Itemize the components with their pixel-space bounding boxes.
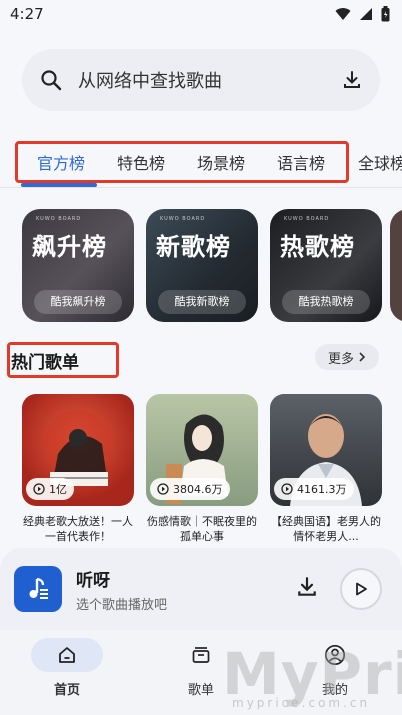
play-count-value: 1亿: [49, 483, 67, 496]
chart-category-tabs: 官方榜 特色榜 场景榜 语言榜 全球榜: [0, 138, 402, 188]
play-circle-icon: [281, 483, 293, 495]
playlist-card[interactable]: 4161.3万 【经典国语】老男人的情怀老男人...: [270, 394, 382, 544]
playlist-cover: 4161.3万: [270, 394, 382, 506]
play-circle-icon: [157, 483, 169, 495]
board-title: 热歌榜: [280, 233, 355, 261]
home-icon: [59, 647, 75, 663]
play-count-value: 4161.3万: [297, 483, 347, 496]
app-logo: [14, 566, 62, 612]
mini-player[interactable]: 听呀 选个歌曲播放吧: [0, 548, 402, 630]
tab-scene[interactable]: 场景榜: [197, 150, 245, 174]
more-button[interactable]: 更多: [315, 344, 379, 370]
playlist-name: 伤感情歌｜不眠夜里的孤单心事: [147, 515, 257, 543]
tab-language[interactable]: 语言榜: [277, 150, 325, 174]
play-count-value: 3804.6万: [173, 483, 223, 496]
tab-featured[interactable]: 特色榜: [117, 150, 165, 174]
search-icon: [41, 70, 62, 91]
play-icon: [356, 582, 367, 596]
play-count: 3804.6万: [150, 478, 230, 500]
playlist-name: 经典老歌大放送！一人一首代表作！: [23, 515, 133, 543]
ranking-boards: KUWO BOARD 飙升榜 酷我飙升榜 KUWO BOARD 新歌榜 酷我新歌…: [22, 209, 382, 322]
board-title: 飙升榜: [32, 233, 107, 261]
status-icons: [335, 6, 390, 22]
play-button[interactable]: [340, 568, 382, 610]
play-count: 4161.3万: [274, 478, 354, 500]
tab-active-indicator: [21, 183, 97, 187]
wifi-icon: [335, 8, 351, 20]
play-circle-icon: [33, 483, 45, 495]
player-subtitle: 选个歌曲播放吧: [76, 598, 168, 613]
board-soaring[interactable]: KUWO BOARD 飙升榜 酷我飙升榜: [22, 209, 134, 322]
download-icon[interactable]: [296, 576, 318, 598]
playlist-row: 1亿 经典老歌大放送！一人一首代表作！ 3804.6万 伤感情歌｜不眠夜里的孤单…: [22, 394, 382, 544]
tab-global[interactable]: 全球榜: [358, 150, 402, 174]
chevron-right-icon: [359, 352, 366, 362]
board-subtitle: 酷我热歌榜: [282, 290, 370, 314]
playlist-card[interactable]: 3804.6万 伤感情歌｜不眠夜里的孤单心事: [146, 394, 258, 544]
playlist-card[interactable]: 1亿 经典老歌大放送！一人一首代表作！: [22, 394, 134, 544]
playlist-name: 【经典国语】老男人的情怀老男人...: [271, 515, 381, 543]
board-new-songs[interactable]: KUWO BOARD 新歌榜 酷我新歌榜: [146, 209, 258, 322]
playlist-box-icon: [192, 647, 210, 663]
board-subtitle: 酷我飙升榜: [34, 290, 122, 314]
more-label: 更多: [327, 351, 354, 367]
board-brand: KUWO BOARD: [160, 216, 206, 222]
board-hot-songs[interactable]: KUWO BOARD 热歌榜 酷我热歌榜: [270, 209, 382, 322]
tab-official[interactable]: 官方榜: [37, 150, 85, 174]
search-input[interactable]: 从网络中查找歌曲: [78, 67, 342, 93]
play-count: 1亿: [26, 478, 74, 500]
board-subtitle: 酷我新歌榜: [158, 290, 246, 314]
signal-icon: [360, 8, 372, 20]
board-brand: KUWO BOARD: [284, 216, 330, 222]
status-time: 4:27: [10, 5, 44, 23]
board-title: 新歌榜: [156, 233, 231, 261]
playlist-cover: 1亿: [22, 394, 134, 506]
watermark-sub: myprice.com.cn: [232, 696, 371, 710]
download-icon[interactable]: [342, 70, 362, 90]
section-title: 热门歌单: [11, 353, 79, 373]
player-title: 听呀: [76, 571, 110, 591]
board-next-peek[interactable]: [390, 209, 402, 322]
nav-label: 首页: [53, 683, 80, 698]
battery-icon: [381, 6, 390, 22]
music-note-icon: [29, 577, 48, 599]
search-bar[interactable]: 从网络中查找歌曲: [22, 49, 380, 111]
status-bar: 4:27: [0, 0, 402, 28]
board-brand: KUWO BOARD: [36, 216, 82, 222]
nav-home[interactable]: 首页: [31, 638, 103, 698]
playlist-cover: 3804.6万: [146, 394, 258, 506]
